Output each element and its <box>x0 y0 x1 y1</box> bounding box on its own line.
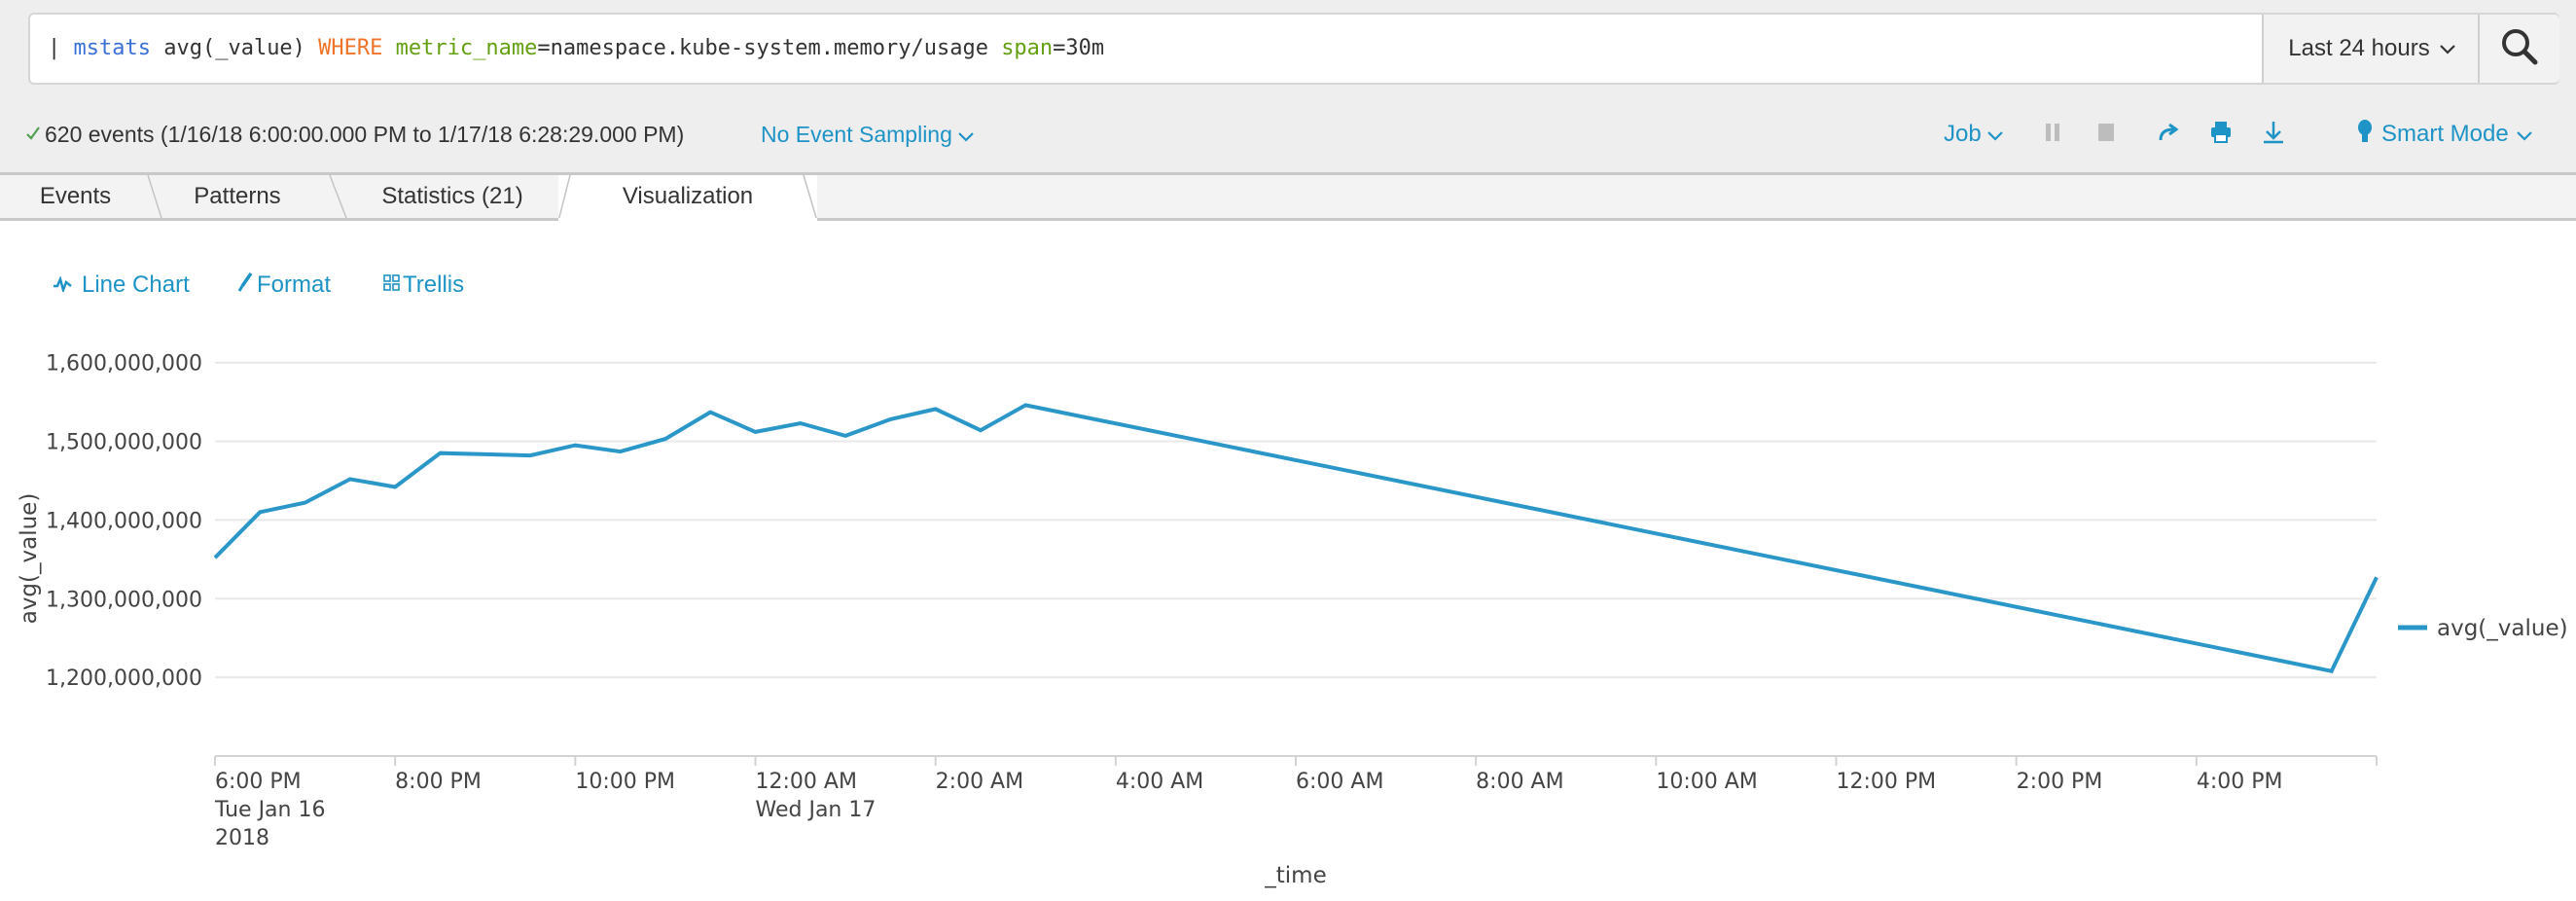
x-tick-label: 4:00 AM <box>1116 770 1203 794</box>
y-tick-label: 1,500,000,000 <box>46 431 202 455</box>
x-tick-label: 8:00 AM <box>1476 770 1563 794</box>
x-axis-title: _time <box>1264 863 1326 888</box>
y-tick-label: 1,200,000,000 <box>46 667 202 691</box>
legend-label: avg(_value) <box>2437 616 2568 641</box>
y-tick-label: 1,300,000,000 <box>46 588 202 612</box>
gridlines <box>215 361 2377 679</box>
line-chart: 1,200,000,000 1,300,000,000 1,400,000,000 1… <box>17 352 2568 888</box>
legend[interactable]: avg(_value) <box>2398 616 2568 641</box>
x-tick-label: 2:00 PM <box>2017 770 2103 794</box>
x-tick-label: 6:00 PM <box>215 770 302 794</box>
x-tick-label: 10:00 AM <box>1656 770 1757 794</box>
x-tick-label: 12:00 PM <box>1837 770 1937 794</box>
x-tick-label: 2018 <box>215 826 269 850</box>
x-tick-label: Tue Jan 16 <box>214 798 325 822</box>
x-tick-label: Wed Jan 17 <box>756 798 877 822</box>
y-axis-title: avg(_value) <box>17 493 42 625</box>
y-tick-label: 1,400,000,000 <box>46 509 202 533</box>
x-axis: 6:00 PM Tue Jan 16 2018 8:00 PM 10:00 PM 12:0… <box>214 755 2378 850</box>
y-tick-label: 1,600,000,000 <box>46 352 202 377</box>
y-axis-ticks: 1,200,000,000 1,300,000,000 1,400,000,000 1… <box>46 352 202 691</box>
x-tick-label: 12:00 AM <box>756 770 857 794</box>
series-line <box>213 403 2379 673</box>
x-tick-label: 6:00 AM <box>1296 770 1383 794</box>
series-layer <box>213 403 2379 673</box>
x-tick-label: 4:00 PM <box>2197 770 2283 794</box>
x-tick-label: 10:00 PM <box>575 770 675 794</box>
x-tick-label: 8:00 PM <box>395 770 482 794</box>
x-tick-label: 2:00 AM <box>936 770 1023 794</box>
